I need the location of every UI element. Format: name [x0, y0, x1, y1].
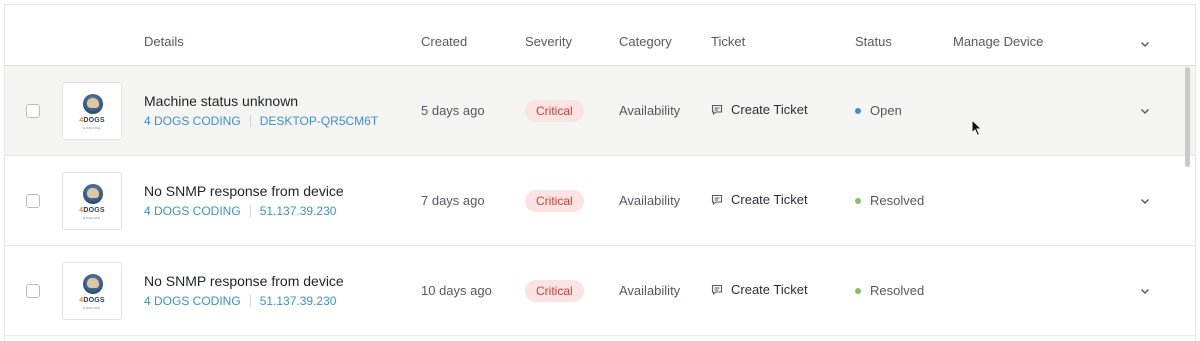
create-ticket-button[interactable]: Create Ticket: [711, 282, 808, 297]
severity-badge: Critical: [525, 100, 584, 122]
org-link[interactable]: 4 DOGS CODING: [144, 294, 241, 308]
severity-badge: Critical: [525, 190, 584, 212]
create-ticket-button[interactable]: Create Ticket: [711, 102, 808, 117]
dog-logo-icon: [83, 94, 103, 114]
table-header: Details Created Severity Category Ticket…: [5, 5, 1195, 66]
table-row[interactable]: 4DOGS CODING No SNMP response from devic…: [5, 156, 1195, 246]
ticket-icon: [711, 194, 723, 205]
severity-badge: Critical: [525, 280, 584, 302]
column-header-created[interactable]: Created: [421, 5, 467, 66]
chevron-down-icon[interactable]: [1139, 105, 1151, 117]
alert-subtitle: 4 DOGS CODING 51.137.39.230: [144, 294, 336, 308]
created-time: 10 days ago: [421, 283, 492, 298]
column-header-details[interactable]: Details: [144, 5, 184, 66]
status-indicator: Resolved: [855, 193, 924, 208]
device-link[interactable]: DESKTOP-QR5CM6T: [260, 114, 378, 128]
row-select-checkbox[interactable]: [26, 104, 40, 118]
category-text: Availability: [619, 283, 681, 298]
alert-title[interactable]: Machine status unknown: [144, 93, 298, 109]
divider: [249, 205, 251, 217]
column-header-ticket[interactable]: Ticket: [711, 5, 745, 66]
org-logo: 4DOGS CODING: [62, 82, 122, 140]
status-indicator: Resolved: [855, 283, 924, 298]
created-time: 7 days ago: [421, 193, 485, 208]
device-link[interactable]: 51.137.39.230: [260, 294, 337, 308]
device-link[interactable]: 51.137.39.230: [260, 204, 337, 218]
org-link[interactable]: 4 DOGS CODING: [144, 204, 241, 218]
ticket-icon: [711, 284, 723, 295]
status-dot-icon: [855, 107, 861, 114]
status-dot-icon: [855, 197, 861, 204]
mouse-pointer-icon: [971, 119, 983, 137]
column-header-severity[interactable]: Severity: [525, 5, 572, 66]
chevron-down-icon[interactable]: [1139, 285, 1151, 297]
column-header-category[interactable]: Category: [619, 5, 672, 66]
alerts-table: Details Created Severity Category Ticket…: [4, 4, 1196, 341]
divider: [249, 295, 251, 307]
created-time: 5 days ago: [421, 103, 485, 118]
divider: [249, 115, 251, 127]
dog-logo-icon: [83, 274, 103, 294]
scrollbar[interactable]: [1185, 67, 1190, 167]
org-logo: 4DOGS CODING: [62, 262, 122, 320]
create-ticket-button[interactable]: Create Ticket: [711, 192, 808, 207]
category-text: Availability: [619, 103, 681, 118]
chevron-down-icon[interactable]: [1139, 38, 1151, 50]
ticket-icon: [711, 104, 723, 115]
org-logo: 4DOGS CODING: [62, 172, 122, 230]
table-row[interactable]: 4DOGS CODING No SNMP response from devic…: [5, 246, 1195, 336]
dog-logo-icon: [83, 184, 103, 204]
alert-title[interactable]: No SNMP response from device: [144, 183, 344, 199]
row-select-checkbox[interactable]: [26, 284, 40, 298]
row-select-checkbox[interactable]: [26, 194, 40, 208]
alert-subtitle: 4 DOGS CODING DESKTOP-QR5CM6T: [144, 114, 378, 128]
org-link[interactable]: 4 DOGS CODING: [144, 114, 241, 128]
status-indicator: Open: [855, 103, 902, 118]
column-header-manage-device[interactable]: Manage Device: [953, 5, 1043, 66]
table-row[interactable]: 4DOGS CODING Machine status unknown 4 DO…: [5, 66, 1195, 156]
alert-subtitle: 4 DOGS CODING 51.137.39.230: [144, 204, 336, 218]
column-header-status[interactable]: Status: [855, 5, 892, 66]
status-dot-icon: [855, 287, 861, 294]
category-text: Availability: [619, 193, 681, 208]
alert-title[interactable]: No SNMP response from device: [144, 273, 344, 289]
chevron-down-icon[interactable]: [1139, 195, 1151, 207]
